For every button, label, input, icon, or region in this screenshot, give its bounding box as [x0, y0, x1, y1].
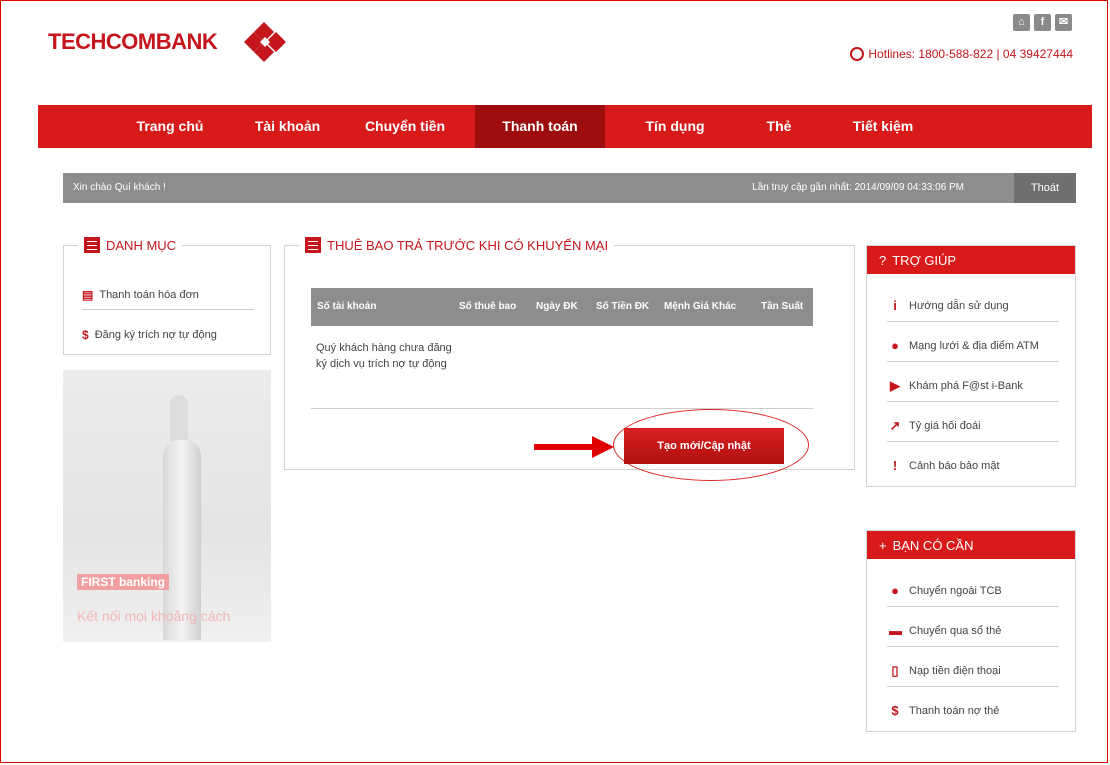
column-header-subscriber: Số thuê bao — [459, 301, 517, 312]
nav-item-trang-chu[interactable]: Trang chủ — [100, 105, 240, 148]
help-item-atm-network[interactable]: ● Mạng lưới & địa điểm ATM — [889, 338, 1039, 353]
need-item-card-transfer[interactable]: ▬ Chuyển qua sổ thẻ — [889, 623, 1001, 638]
last-access-text: Lần truy cập gần nhất: 2014/09/09 04:33:… — [752, 182, 964, 193]
nav-item-tai-khoan[interactable]: Tài khoản — [240, 105, 335, 148]
nav-item-chuyen-tien[interactable]: Chuyển tiền — [335, 105, 475, 148]
hotline: Hotlines: 1800-588-822 | 04 39427444 — [850, 47, 1073, 61]
category-title-text: DANH MỤC — [106, 237, 177, 253]
help-item-security-warning[interactable]: ! Cảnh báo bảo mật — [889, 458, 1000, 473]
dollar-icon: $ — [891, 703, 899, 718]
help-item-explore-ibank[interactable]: ▶ Khám phá F@st i-Bank — [889, 378, 1023, 394]
help-box: ? TRỢ GIÚP i Hướng dẫn sử dụng ● Mạng lư… — [866, 245, 1076, 487]
divider — [82, 309, 254, 310]
category-title: DANH MỤC — [78, 237, 183, 253]
plus-icon: + — [879, 537, 887, 553]
question-icon: ? — [879, 252, 887, 268]
column-header-register-date: Ngày ĐK — [536, 301, 578, 312]
mobile-phone-icon: ▯ — [891, 663, 899, 678]
trend-chart-icon: ↗ — [889, 418, 901, 433]
divider — [887, 441, 1059, 442]
nav-item-the[interactable]: Thẻ — [745, 105, 813, 148]
need-item-card-debt-payment[interactable]: $ Thanh toán nợ thẻ — [889, 703, 999, 718]
table-header: Số tài khoản Số thuê bao Ngày ĐK Số Tiền… — [311, 288, 813, 326]
help-item-label: Khám phá F@st i-Bank — [909, 380, 1023, 392]
mail-icon[interactable]: ✉ — [1055, 14, 1072, 31]
help-item-label: Hướng dẫn sử dụng — [909, 299, 1009, 312]
help-item-label: Tỷ giá hối đoái — [909, 420, 981, 432]
need-item-phone-topup[interactable]: ▯ Nạp tiền điện thoại — [889, 663, 1001, 679]
auto-debit-icon: $ — [82, 328, 89, 342]
need-item-label: Chuyển ngoài TCB — [909, 584, 1002, 597]
phone-icon — [850, 47, 865, 61]
main-nav: Trang chủ Tài khoản Chuyển tiền Thanh to… — [38, 105, 1092, 148]
column-header-register-amount: Số Tiền ĐK — [596, 301, 650, 312]
list-icon — [84, 237, 100, 253]
need-box-header: + BẠN CÓ CẦN — [867, 531, 1075, 559]
info-icon: i — [893, 298, 897, 313]
category-item-bill-payment[interactable]: ▤ Thanh toán hóa đơn — [82, 288, 199, 302]
divider — [887, 606, 1059, 607]
column-header-account: Số tài khoản — [317, 301, 377, 312]
need-box-title: BẠN CÓ CẦN — [892, 537, 974, 553]
hotline-text: Hotlines: 1800-588-822 | 04 39427444 — [868, 47, 1073, 61]
arrow-right-icon — [534, 436, 614, 458]
help-item-label: Mạng lưới & địa điểm ATM — [909, 339, 1039, 352]
logout-button[interactable]: Thoát — [1014, 173, 1076, 203]
category-item-label: Thanh toán hóa đơn — [99, 289, 199, 301]
transfer-out-icon: ● — [891, 583, 899, 598]
greeting-text: Xin chào Quí khách ! — [73, 182, 166, 193]
help-item-label: Cảnh báo bảo mật — [909, 459, 1000, 472]
create-update-button[interactable]: Tạo mới/Cập nhật — [624, 428, 784, 464]
fast-banking-banner[interactable]: FIRST banking Kết nối mọi khoảng cách — [63, 370, 271, 642]
category-item-label: Đăng ký trích nợ tự động — [94, 329, 217, 341]
prepaid-panel-title-text: THUÊ BAO TRẢ TRƯỚC KHI CÓ KHUYẾN MẠI — [327, 237, 609, 253]
help-item-exchange-rate[interactable]: ↗ Tỷ giá hối đoái — [889, 418, 981, 434]
empty-table-message: Quý khách hàng chưa đăng ký dịch vụ tríc… — [316, 342, 452, 370]
list-icon — [305, 237, 321, 253]
column-header-other-denomination: Mệnh Giá Khác — [664, 301, 737, 312]
bill-icon: ▤ — [82, 288, 94, 302]
divider — [887, 321, 1059, 322]
help-item-user-guide[interactable]: i Hướng dẫn sử dụng — [889, 298, 1009, 313]
help-box-title: TRỢ GIÚP — [892, 252, 957, 268]
need-item-external-transfer[interactable]: ● Chuyển ngoài TCB — [889, 583, 1002, 598]
nav-item-tiet-kiem[interactable]: Tiết kiệm — [813, 105, 953, 148]
banner-brand: FIRST banking — [77, 574, 169, 590]
divider — [887, 646, 1059, 647]
table-divider — [311, 408, 813, 409]
category-item-auto-debit[interactable]: $ Đăng ký trích nợ tự động — [82, 328, 217, 342]
need-item-label: Chuyển qua sổ thẻ — [909, 624, 1002, 637]
techcombank-logo-text[interactable]: TECHCOMBANK — [48, 29, 218, 55]
help-box-header: ? TRỢ GIÚP — [867, 246, 1075, 274]
divider — [887, 361, 1059, 362]
prepaid-panel-title: THUÊ BAO TRẢ TRƯỚC KHI CÓ KHUYẾN MẠI — [299, 237, 615, 253]
nav-item-thanh-toan[interactable]: Thanh toán — [475, 105, 605, 148]
banner-tagline: Kết nối mọi khoảng cách — [77, 608, 231, 624]
play-icon: ▶ — [890, 378, 900, 393]
need-item-label: Thanh toán nợ thẻ — [909, 704, 1000, 717]
need-box: + BẠN CÓ CẦN ● Chuyển ngoài TCB ▬ Chuyển… — [866, 530, 1076, 732]
welcome-bar: Xin chào Quí khách ! Lần truy cập gần nh… — [63, 173, 1076, 203]
nav-item-tin-dung[interactable]: Tín dụng — [605, 105, 745, 148]
map-pin-icon: ● — [891, 338, 899, 353]
techcombank-logo-icon[interactable] — [240, 22, 290, 62]
top-icons: ⌂ f ✉ — [1013, 14, 1072, 31]
divider — [887, 686, 1059, 687]
category-panel: DANH MỤC ▤ Thanh toán hóa đơn $ Đăng ký … — [63, 237, 271, 355]
home-icon[interactable]: ⌂ — [1013, 14, 1030, 31]
facebook-icon[interactable]: f — [1034, 14, 1051, 31]
column-header-frequency: Tần Suất — [761, 301, 804, 312]
divider — [887, 401, 1059, 402]
exclamation-icon: ! — [892, 458, 898, 473]
card-icon: ▬ — [889, 623, 902, 638]
need-item-label: Nạp tiền điện thoại — [909, 665, 1001, 677]
